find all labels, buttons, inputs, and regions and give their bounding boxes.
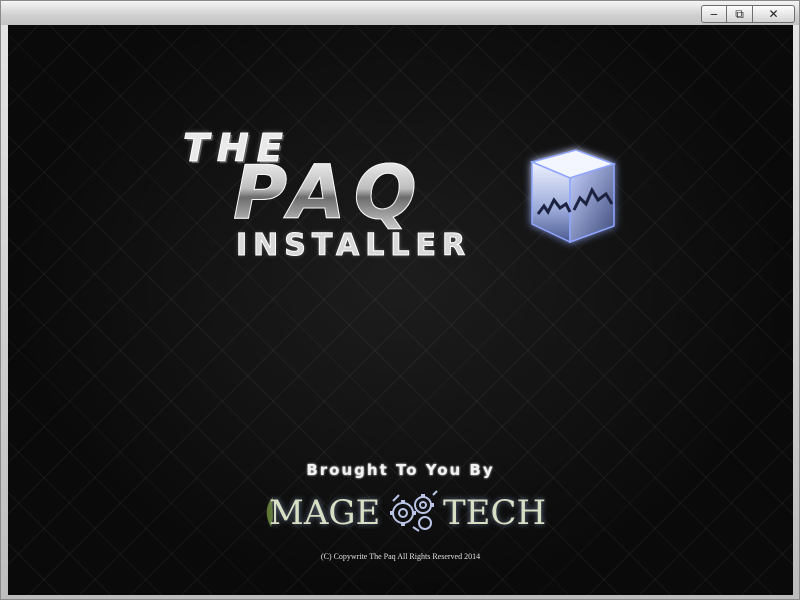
brand-tech-text: TECH bbox=[443, 493, 547, 533]
title-bar[interactable]: ‒ ⧉ ✕ bbox=[1, 1, 799, 25]
caption-buttons: ‒ ⧉ ✕ bbox=[701, 5, 795, 23]
app-window: ‒ ⧉ ✕ THE PAQ INSTALLER Brought To You B… bbox=[0, 0, 800, 600]
logo-name-text: PAQ bbox=[233, 150, 425, 237]
close-button[interactable]: ✕ bbox=[753, 5, 795, 23]
splash-content: THE PAQ INSTALLER Brought To You By MAGE… bbox=[8, 25, 793, 595]
magetech-logo: MAGE TECH bbox=[263, 487, 547, 533]
restore-button[interactable]: ⧉ bbox=[727, 5, 753, 23]
gear-icon bbox=[390, 490, 438, 532]
brought-by-text: Brought To You By bbox=[306, 461, 495, 479]
logo-installer-text: INSTALLER bbox=[235, 228, 472, 264]
minimize-icon: ‒ bbox=[710, 7, 718, 21]
minimize-button[interactable]: ‒ bbox=[701, 5, 727, 23]
copyright-text: (C) Copywrite The Paq All Rights Reserve… bbox=[320, 552, 481, 561]
brand-mage-text: MAGE bbox=[269, 493, 381, 533]
close-icon: ✕ bbox=[768, 7, 779, 21]
restore-icon: ⧉ bbox=[735, 7, 744, 21]
installer-logo: THE PAQ INSTALLER bbox=[178, 120, 648, 280]
cube-icon bbox=[529, 149, 617, 244]
